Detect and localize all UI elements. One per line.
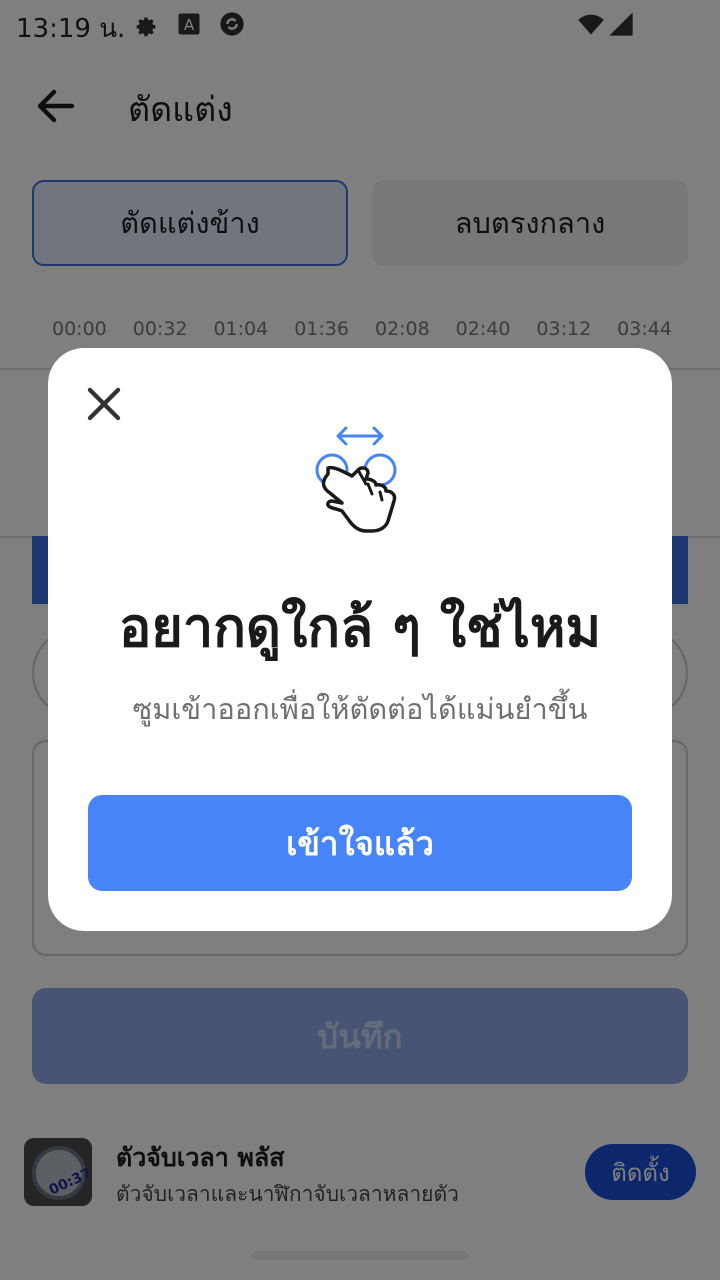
dialog-body: ซูมเข้าออกเพื่อให้ตัดต่อได้แม่นยำขึ้น [132,692,588,726]
got-it-button[interactable]: เข้าใจแล้ว [88,795,632,891]
zoom-tip-dialog: อยากดูใกล้ ๆ ใช่ไหม ซูมเข้าออกเพื่อให้ตั… [48,348,672,931]
close-icon[interactable] [80,380,128,428]
dialog-title: อยากดูใกล้ ๆ ใช่ไหม [118,596,602,659]
pinch-zoom-hand-icon [315,426,397,533]
